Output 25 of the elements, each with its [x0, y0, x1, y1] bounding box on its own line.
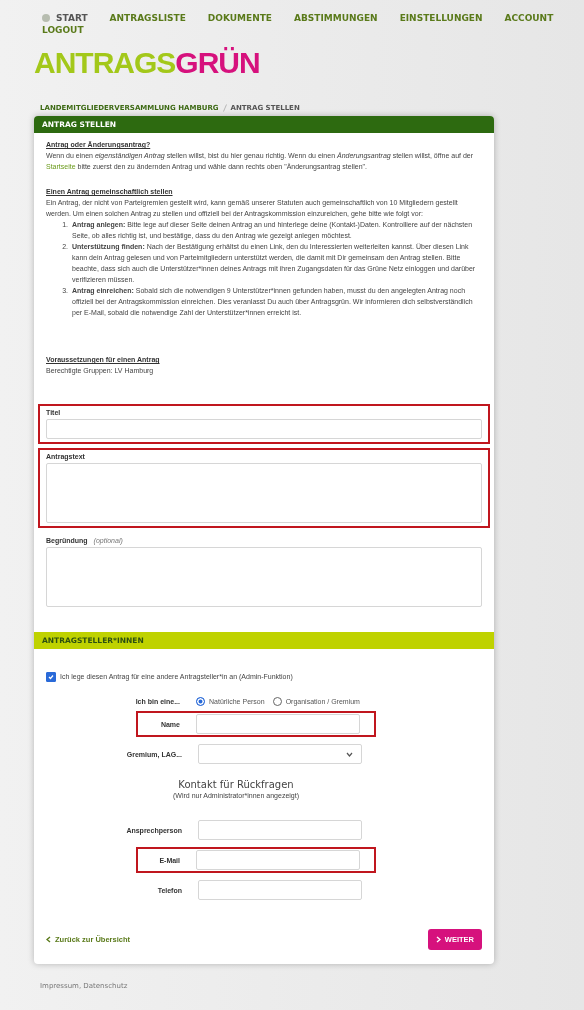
breadcrumb-separator-icon — [222, 104, 227, 112]
checkbox[interactable] — [46, 671, 56, 682]
chevron-left-icon — [46, 936, 51, 943]
contact-heading: Kontakt für Rückfragen — [178, 779, 294, 790]
nav-link[interactable]: DOKUMENTE — [207, 12, 272, 24]
input-field[interactable] — [198, 820, 362, 840]
input-field[interactable] — [46, 419, 482, 439]
input-field[interactable] — [196, 850, 360, 870]
nav-link[interactable]: EINSTELLUNGEN — [399, 12, 483, 24]
nav-link[interactable]: ACCOUNT — [504, 12, 554, 24]
select-field[interactable] — [198, 744, 362, 764]
nav-link[interactable]: ANTRAGSLISTE — [109, 12, 186, 24]
home-icon — [42, 14, 50, 22]
text-area[interactable] — [46, 547, 482, 607]
radio-button[interactable] — [196, 697, 205, 706]
chevron-down-icon — [346, 751, 353, 757]
nav-link[interactable]: START — [42, 12, 88, 24]
radio-button[interactable] — [272, 697, 282, 706]
input-field[interactable] — [196, 714, 360, 734]
nav-link[interactable]: LOGOUT — [42, 24, 84, 36]
chevron-right-icon — [435, 936, 441, 943]
nav-link[interactable]: ABSTIMMUNGEN — [294, 12, 378, 24]
text-area[interactable] — [46, 463, 482, 523]
logo: ANTRAGSGRÜN — [34, 46, 261, 80]
input-field[interactable] — [198, 880, 362, 900]
